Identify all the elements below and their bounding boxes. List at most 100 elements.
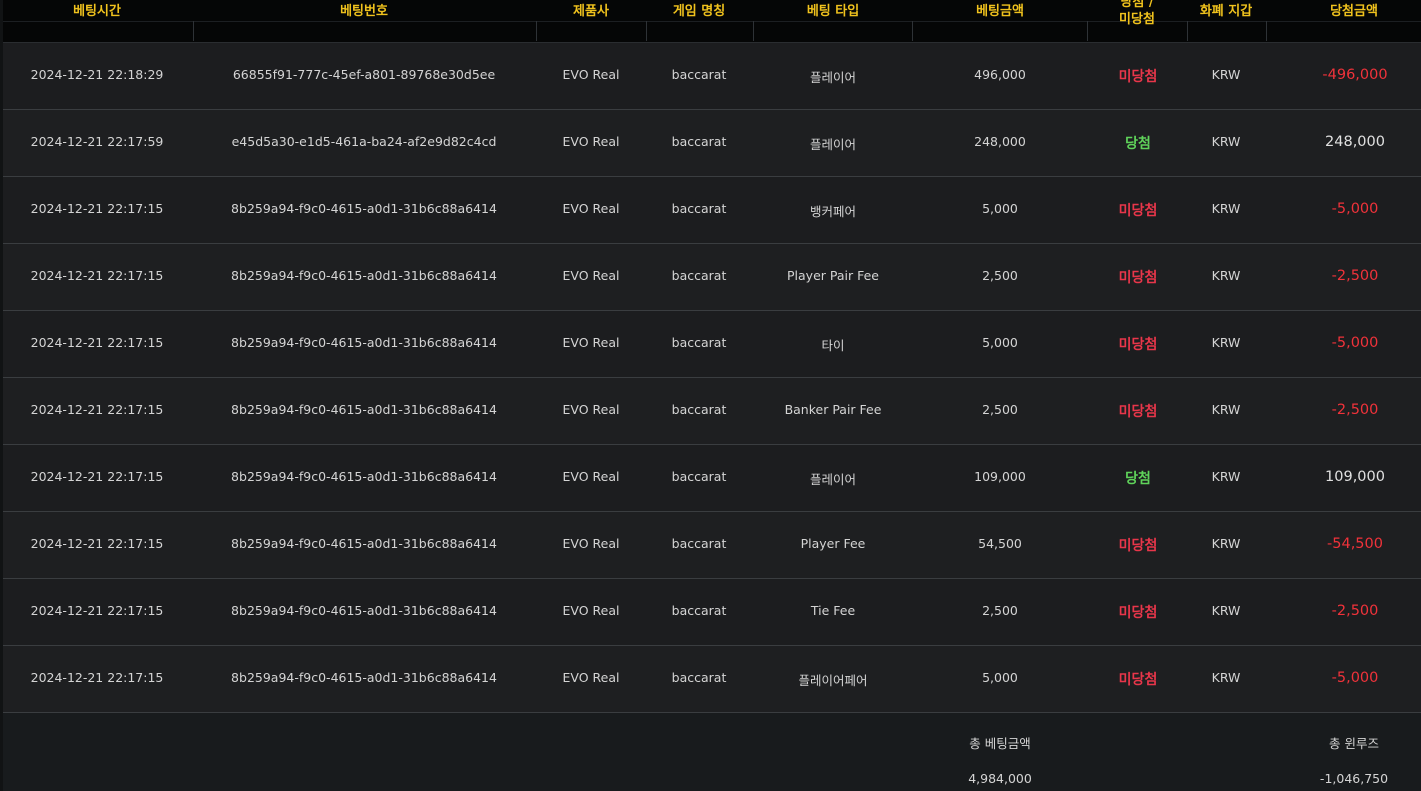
win-amount-cell: 109,000 (1325, 469, 1385, 485)
vendor-cell: EVO Real (562, 268, 620, 283)
bet-type-cell: Player Fee (800, 536, 866, 551)
table-row[interactable]: 2024-12-21 22:18:29 66855f91-777c-45ef-a… (3, 43, 1421, 110)
bet-id-cell: 8b259a94-f9c0-4615-a0d1-31b6c88a6414 (231, 335, 497, 350)
bet-id-cell: 8b259a94-f9c0-4615-a0d1-31b6c88a6414 (231, 603, 497, 618)
currency-cell: KRW (1211, 603, 1241, 618)
bet-type-cell: 플레이어 (809, 137, 857, 152)
bet-type-cell: Banker Pair Fee (784, 402, 882, 417)
game-name-cell: baccarat (671, 268, 727, 283)
bet-time-cell: 2024-12-21 22:17:15 (30, 536, 164, 551)
win-amount-cell: -496,000 (1322, 67, 1388, 83)
bet-amount-cell: 5,000 (982, 335, 1018, 350)
result-status-cell: 당첨 (1125, 471, 1151, 487)
win-amount-cell: -5,000 (1331, 201, 1379, 217)
bet-amount-cell: 248,000 (974, 134, 1026, 149)
table-row[interactable]: 2024-12-21 22:17:59 e45d5a30-e1d5-461a-b… (3, 110, 1421, 177)
table-row[interactable]: 2024-12-21 22:17:15 8b259a94-f9c0-4615-a… (3, 177, 1421, 244)
vendor-cell: EVO Real (562, 603, 620, 618)
column-header-bet-time[interactable]: 베팅시간 (73, 3, 121, 20)
win-amount-cell: -5,000 (1331, 670, 1379, 686)
bet-amount-cell: 5,000 (982, 670, 1018, 685)
bet-id-cell: 8b259a94-f9c0-4615-a0d1-31b6c88a6414 (231, 469, 497, 484)
table-header: 베팅시간 베팅번호 제품사 게임 명칭 베팅 타입 베팅금액 당첨 / 미당첨 … (3, 0, 1421, 43)
vendor-cell: EVO Real (562, 67, 620, 82)
win-amount-cell: -2,500 (1331, 402, 1379, 418)
vendor-cell: EVO Real (562, 134, 620, 149)
bet-time-cell: 2024-12-21 22:18:29 (30, 67, 164, 82)
bet-time-cell: 2024-12-21 22:17:15 (30, 603, 164, 618)
currency-cell: KRW (1211, 335, 1241, 350)
game-name-cell: baccarat (671, 670, 727, 685)
bet-amount-cell: 5,000 (982, 201, 1018, 216)
header-underline (3, 21, 1421, 22)
total-winloss-label: 총 윈루즈 (1329, 736, 1379, 751)
header-divider (1266, 21, 1267, 41)
bet-id-cell: 8b259a94-f9c0-4615-a0d1-31b6c88a6414 (231, 536, 497, 551)
game-name-cell: baccarat (671, 402, 727, 417)
total-bet-value: 4,984,000 (968, 771, 1032, 786)
bet-time-cell: 2024-12-21 22:17:15 (30, 402, 164, 417)
column-header-bet-amount[interactable]: 베팅금액 (976, 3, 1024, 20)
bet-id-cell: 8b259a94-f9c0-4615-a0d1-31b6c88a6414 (231, 402, 497, 417)
currency-cell: KRW (1211, 402, 1241, 417)
bet-id-cell: e45d5a30-e1d5-461a-ba24-af2e9d82c4cd (231, 134, 497, 149)
column-header-currency-wallet[interactable]: 화폐 지갑 (1200, 3, 1252, 20)
bet-amount-cell: 2,500 (982, 268, 1018, 283)
win-amount-cell: -2,500 (1331, 603, 1379, 619)
bet-amount-cell: 54,500 (978, 536, 1022, 551)
bet-type-cell: 뱅커페어 (809, 204, 857, 219)
header-divider (646, 21, 647, 41)
vendor-cell: EVO Real (562, 201, 620, 216)
game-name-cell: baccarat (671, 134, 727, 149)
currency-cell: KRW (1211, 268, 1241, 283)
result-status-cell: 미당첨 (1118, 270, 1158, 286)
column-header-result[interactable]: 당첨 / 미당첨 (1119, 0, 1155, 28)
header-divider (912, 21, 913, 41)
column-header-win-amount[interactable]: 당첨금액 (1330, 3, 1378, 20)
bet-amount-cell: 496,000 (974, 67, 1026, 82)
win-amount-cell: 248,000 (1325, 134, 1385, 150)
bet-type-cell: 플레이어 (809, 70, 857, 85)
bet-id-cell: 8b259a94-f9c0-4615-a0d1-31b6c88a6414 (231, 201, 497, 216)
column-header-game-name[interactable]: 게임 명칭 (673, 3, 725, 20)
header-divider (536, 21, 537, 41)
game-name-cell: baccarat (671, 536, 727, 551)
header-divider (1087, 21, 1088, 41)
win-amount-cell: -5,000 (1331, 335, 1379, 351)
bet-id-cell: 66855f91-777c-45ef-a801-89768e30d5ee (232, 67, 496, 82)
result-status-cell: 미당첨 (1118, 605, 1158, 621)
column-header-bet-id[interactable]: 베팅번호 (340, 3, 388, 20)
result-status-cell: 미당첨 (1118, 672, 1158, 688)
table-row[interactable]: 2024-12-21 22:17:15 8b259a94-f9c0-4615-a… (3, 579, 1421, 646)
currency-cell: KRW (1211, 469, 1241, 484)
table-body: 2024-12-21 22:18:29 66855f91-777c-45ef-a… (3, 43, 1421, 713)
result-status-cell: 미당첨 (1118, 538, 1158, 554)
column-header-result-line1: 당첨 / (1120, 0, 1154, 10)
bet-amount-cell: 2,500 (982, 603, 1018, 618)
game-name-cell: baccarat (671, 201, 727, 216)
bet-time-cell: 2024-12-21 22:17:15 (30, 469, 164, 484)
table-row[interactable]: 2024-12-21 22:17:15 8b259a94-f9c0-4615-a… (3, 646, 1421, 713)
result-status-cell: 당첨 (1125, 136, 1151, 152)
column-header-vendor[interactable]: 제품사 (573, 3, 609, 20)
vendor-cell: EVO Real (562, 536, 620, 551)
column-header-bet-type[interactable]: 베팅 타입 (807, 3, 859, 20)
vendor-cell: EVO Real (562, 402, 620, 417)
result-status-cell: 미당첨 (1118, 203, 1158, 219)
vendor-cell: EVO Real (562, 469, 620, 484)
bet-id-cell: 8b259a94-f9c0-4615-a0d1-31b6c88a6414 (231, 670, 497, 685)
total-winloss-value: -1,046,750 (1319, 771, 1389, 786)
table-row[interactable]: 2024-12-21 22:17:15 8b259a94-f9c0-4615-a… (3, 512, 1421, 579)
table-footer-summary: 총 베팅금액 4,984,000 총 윈루즈 -1,046,750 (3, 713, 1421, 791)
header-divider (753, 21, 754, 41)
bet-id-cell: 8b259a94-f9c0-4615-a0d1-31b6c88a6414 (231, 268, 497, 283)
vendor-cell: EVO Real (562, 670, 620, 685)
bet-amount-cell: 109,000 (974, 469, 1026, 484)
table-row[interactable]: 2024-12-21 22:17:15 8b259a94-f9c0-4615-a… (3, 445, 1421, 512)
total-bet-label: 총 베팅금액 (969, 736, 1031, 751)
table-row[interactable]: 2024-12-21 22:17:15 8b259a94-f9c0-4615-a… (3, 244, 1421, 311)
table-row[interactable]: 2024-12-21 22:17:15 8b259a94-f9c0-4615-a… (3, 311, 1421, 378)
bet-type-cell: 타이 (821, 338, 845, 353)
table-row[interactable]: 2024-12-21 22:17:15 8b259a94-f9c0-4615-a… (3, 378, 1421, 445)
bet-type-cell: 플레이어페어 (798, 673, 868, 688)
